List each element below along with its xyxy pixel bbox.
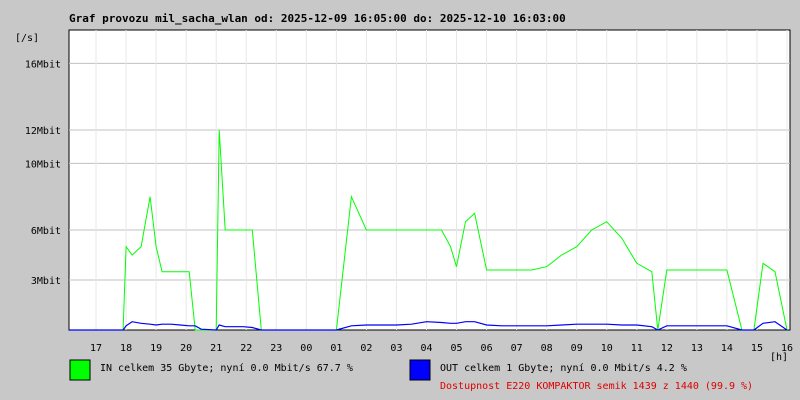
x-tick-label: 19 xyxy=(150,343,162,354)
x-tick-label: 04 xyxy=(420,343,432,354)
x-tick-label: 01 xyxy=(330,343,342,354)
traffic-graph: Graf provozu mil_sacha_wlan od: 2025-12-… xyxy=(15,12,793,392)
chart-title: Graf provozu mil_sacha_wlan od: 2025-12-… xyxy=(69,12,566,25)
x-tick-label: 09 xyxy=(571,343,583,354)
x-tick-label: 16 xyxy=(781,343,793,354)
x-tick-label: 17 xyxy=(90,343,102,354)
x-tick-label: 20 xyxy=(180,343,192,354)
x-tick-label: 00 xyxy=(300,343,312,354)
x-tick-label: 21 xyxy=(210,343,222,354)
legend-in-swatch xyxy=(69,359,91,381)
legend: IN celkem 35 Gbyte; nyní 0.0 Mbit/s 67.7… xyxy=(69,359,753,392)
x-tick-label: 06 xyxy=(481,343,493,354)
x-tick-label: 13 xyxy=(691,343,703,354)
y-tick-label: 12Mbit xyxy=(25,126,61,137)
legend-out-text: OUT celkem 1 Gbyte; nyní 0.0 Mbit/s 4.2 … xyxy=(440,362,687,374)
x-tick-label: 02 xyxy=(360,343,372,354)
x-tick-label: 03 xyxy=(390,343,402,354)
x-tick-label: 23 xyxy=(270,343,282,354)
legend-out-swatch xyxy=(409,359,431,381)
plot-area xyxy=(68,29,791,331)
graph-container: Graf provozu mil_sacha_wlan od: 2025-12-… xyxy=(0,0,800,400)
legend-in-text: IN celkem 35 Gbyte; nyní 0.0 Mbit/s 67.7… xyxy=(100,362,353,374)
x-tick-label: 08 xyxy=(541,343,553,354)
y-axis-label: [/s] xyxy=(15,33,39,44)
x-tick-label: 18 xyxy=(120,343,132,354)
availability-text: Dostupnost E220 KOMPAKTOR semik 1439 z 1… xyxy=(440,381,753,392)
y-tick-label: 6Mbit xyxy=(31,226,61,237)
x-tick-label: 10 xyxy=(601,343,613,354)
x-tick-label: 15 xyxy=(751,343,763,354)
x-tick-label: 12 xyxy=(661,343,673,354)
x-tick-label: 22 xyxy=(240,343,252,354)
x-tick-label: 05 xyxy=(451,343,463,354)
y-tick-label: 3Mbit xyxy=(31,276,61,287)
y-tick-label: 10Mbit xyxy=(25,159,61,170)
x-tick-label: 11 xyxy=(631,343,643,354)
y-tick-label: 16Mbit xyxy=(25,59,61,70)
x-tick-label: 07 xyxy=(511,343,523,354)
x-ticks: 17 18 19 20 21 22 23 00 01 02 03 04 05 06 07 08 09 10 11 12… xyxy=(90,343,793,354)
x-tick-label: 14 xyxy=(721,343,733,354)
y-ticks: 3Mbit 6Mbit 10Mbit 12Mbit 16Mbit xyxy=(25,59,61,287)
